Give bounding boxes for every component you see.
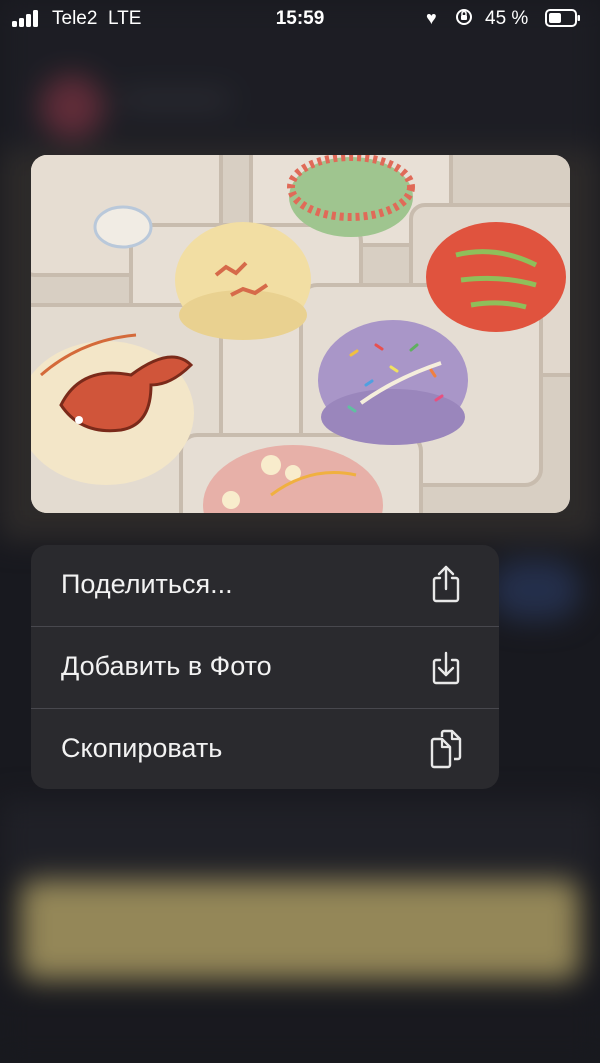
battery-percent: 45 %	[485, 8, 529, 29]
menu-item-label: Добавить в Фото	[61, 651, 272, 681]
copy-icon	[430, 729, 462, 769]
cake-photo	[31, 155, 570, 513]
battery-icon	[545, 9, 580, 27]
menu-item-label: Поделиться...	[61, 569, 233, 599]
menu-item-share[interactable]: Поделиться...	[31, 545, 499, 626]
menu-item-copy[interactable]: Скопировать	[31, 709, 499, 789]
context-menu: Поделиться... Добавить в Фото Скопироват…	[31, 545, 499, 789]
status-bar: Tele2 LTE 15:59 ♥ 45 %	[0, 0, 600, 38]
menu-item-label: Скопировать	[61, 733, 223, 763]
menu-item-add-to-photos[interactable]: Добавить в Фото	[31, 627, 499, 708]
rotation-lock-icon	[455, 8, 473, 31]
share-icon	[432, 565, 460, 603]
save-to-photos-icon	[432, 651, 460, 685]
heart-icon: ♥	[426, 8, 437, 28]
photo-preview[interactable]	[31, 155, 570, 513]
